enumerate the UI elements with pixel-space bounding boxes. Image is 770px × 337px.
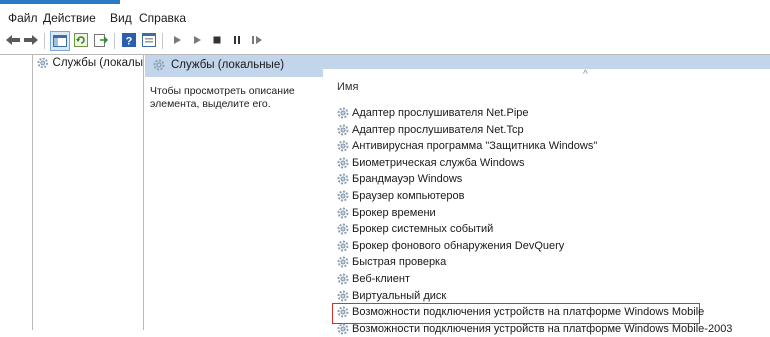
- service-name: Браузер компьютеров: [352, 190, 465, 202]
- service-name: Возможности подключения устройств на пла…: [352, 306, 705, 319]
- service-row[interactable]: Браузер компьютеров: [337, 188, 464, 204]
- play-icon[interactable]: [168, 31, 186, 49]
- svg-text:?: ?: [126, 36, 133, 48]
- service-row[interactable]: Адаптер прослушивателя Net.Pipe: [337, 105, 529, 121]
- toolbar: ?: [0, 28, 770, 54]
- service-name: Антивирусная программа "Защитника Window…: [352, 140, 598, 153]
- details-pane: Службы (локальные) Чтобы просмотреть опи…: [145, 55, 770, 335]
- gear-icon: [337, 323, 349, 335]
- pause-icon[interactable]: [228, 31, 246, 49]
- sort-ascending-icon[interactable]: ^: [583, 69, 588, 80]
- properties-icon[interactable]: [140, 31, 158, 49]
- service-row[interactable]: Брокер фонового обнаружения DevQuery: [337, 238, 564, 254]
- gear-icon: [337, 240, 349, 252]
- play-alt-icon[interactable]: [188, 31, 206, 49]
- service-name: Брокер фонового обнаружения DevQuery: [352, 239, 565, 252]
- column-header-name[interactable]: Имя: [337, 81, 358, 93]
- resume-icon[interactable]: [248, 31, 266, 49]
- gear-icon: [37, 57, 49, 69]
- menu-action[interactable]: Действие: [43, 11, 96, 25]
- service-row[interactable]: Веб-клиент: [337, 271, 410, 287]
- service-row[interactable]: Адаптер прослушивателя Net.Tcp: [337, 122, 524, 138]
- service-row[interactable]: Возможности подключения устройств на пла…: [337, 321, 732, 337]
- back-arrow-icon[interactable]: [4, 31, 22, 49]
- service-name: Брокер системных событий: [352, 223, 494, 236]
- refresh-icon[interactable]: [72, 31, 90, 49]
- service-row[interactable]: Брокер системных событий: [337, 221, 493, 237]
- description-text: Чтобы просмотреть описание элемента, выд…: [150, 85, 295, 110]
- menu-help[interactable]: Справка: [139, 11, 186, 25]
- menu-file[interactable]: Файл: [8, 11, 38, 25]
- forward-arrow-icon[interactable]: [22, 31, 40, 49]
- service-row[interactable]: Биометрическая служба Windows: [337, 155, 525, 171]
- service-row[interactable]: Брандмауэр Windows: [337, 171, 462, 187]
- menu-view[interactable]: Вид: [110, 11, 132, 25]
- gear-icon: [337, 124, 349, 136]
- gear-icon: [337, 107, 349, 119]
- help-icon[interactable]: ?: [120, 31, 138, 49]
- export-icon[interactable]: [92, 31, 110, 49]
- gear-icon: [337, 140, 349, 152]
- service-row[interactable]: Антивирусная программа "Защитника Window…: [337, 138, 597, 154]
- console-tree-icon[interactable]: [50, 31, 70, 51]
- gear-icon: [337, 256, 349, 268]
- gear-icon: [337, 290, 349, 302]
- service-name: Брокер времени: [352, 206, 436, 219]
- window-title-strip: [0, 0, 120, 4]
- tree-item-services[interactable]: Службы (локалы: [37, 57, 143, 69]
- pane-title: Службы (локальные): [171, 59, 285, 71]
- gear-icon: [337, 207, 349, 219]
- services-list: ^ Имя Адаптер прослушивателя Net.Pipe Ада…: [323, 69, 770, 335]
- service-name: Адаптер прослушивателя Net.Pipe: [352, 107, 529, 119]
- service-name: Адаптер прослушивателя Net.Tcp: [352, 123, 524, 136]
- gear-icon: [337, 157, 349, 169]
- menu-bar: Файл Действие Вид Справка: [0, 8, 770, 28]
- stop-icon[interactable]: [208, 31, 226, 49]
- console-tree-pane: Службы (локалы: [33, 55, 144, 330]
- gear-icon: [337, 273, 349, 285]
- service-name: Виртуальный диск: [352, 289, 447, 302]
- gear-icon: [337, 173, 349, 185]
- gear-icon: [153, 59, 165, 71]
- service-name: Биометрическая служба Windows: [352, 156, 525, 169]
- gear-icon: [337, 223, 349, 235]
- service-name: Брандмауэр Windows: [352, 173, 463, 186]
- gear-icon: [337, 190, 349, 202]
- service-row[interactable]: Брокер времени: [337, 205, 436, 221]
- gear-icon: [337, 306, 349, 318]
- service-row[interactable]: Возможности подключения устройств на пла…: [337, 304, 704, 320]
- service-row[interactable]: Быстрая проверка: [337, 254, 446, 270]
- service-name: Быстрая проверка: [352, 256, 447, 269]
- service-name: Возможности подключения устройств на пла…: [352, 322, 733, 335]
- service-row[interactable]: Виртуальный диск: [337, 288, 446, 304]
- tree-item-label: Службы (локалы: [52, 57, 143, 69]
- service-name: Веб-клиент: [352, 273, 411, 285]
